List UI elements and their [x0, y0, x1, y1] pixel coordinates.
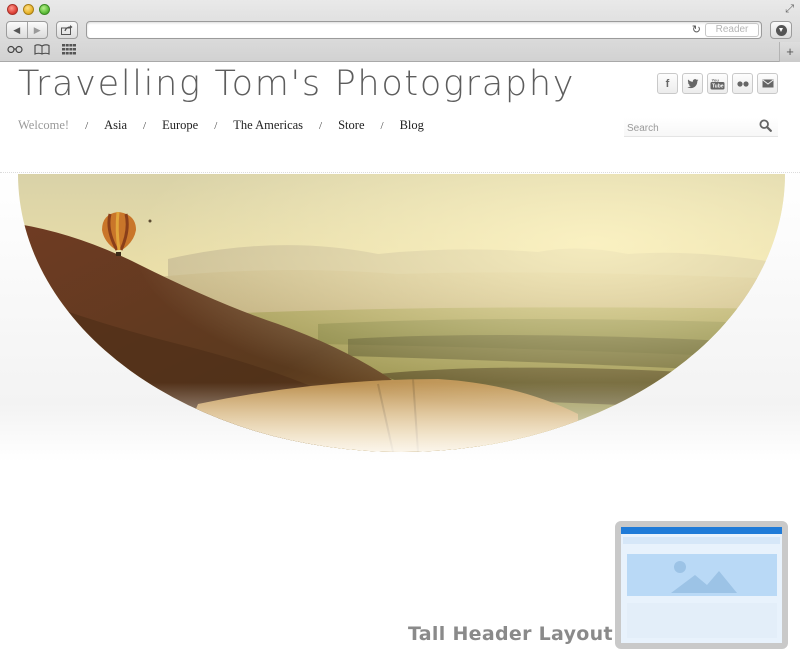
main-nav: Welcome! / Asia / Europe / The Americas / Store /… — [18, 118, 424, 133]
minimize-window-button[interactable] — [23, 4, 34, 15]
youtube-icon[interactable]: You Tube — [707, 73, 728, 94]
share-button[interactable] — [56, 21, 78, 39]
nav-item-blog[interactable]: Blog — [400, 118, 424, 133]
reload-icon[interactable]: ↻ — [692, 23, 701, 36]
zoom-window-button[interactable] — [39, 4, 50, 15]
email-icon[interactable] — [757, 73, 778, 94]
browser-toolbar: ⤢ ◀ ▶ ↻ Reader + — [0, 0, 800, 62]
downloads-button[interactable] — [770, 21, 792, 39]
grid-icon[interactable] — [60, 43, 77, 55]
close-window-button[interactable] — [7, 4, 18, 15]
open-book-icon[interactable] — [33, 43, 50, 55]
back-arrow-icon[interactable]: ◀ — [7, 22, 27, 38]
forward-arrow-icon[interactable]: ▶ — [26, 22, 48, 38]
address-bar[interactable]: ↻ Reader — [86, 21, 762, 39]
downloads-icon — [775, 24, 787, 36]
svg-text:You: You — [712, 78, 720, 82]
nav-item-store[interactable]: Store — [338, 118, 364, 133]
nav-item-europe[interactable]: Europe — [162, 118, 198, 133]
layout-thumbnail-icon — [615, 521, 788, 649]
search-icon[interactable] — [759, 119, 772, 132]
social-links: f You Tube — [657, 73, 778, 94]
nav-separator: / — [214, 120, 218, 132]
fullscreen-icon[interactable]: ⤢ — [785, 3, 794, 16]
search-input[interactable] — [624, 121, 747, 134]
bookmarks-bar — [6, 43, 77, 55]
twitter-icon[interactable] — [682, 73, 703, 94]
glasses-icon[interactable] — [6, 43, 23, 55]
nav-separator: / — [319, 120, 323, 132]
divider — [0, 172, 800, 173]
plus-icon[interactable]: + — [779, 42, 800, 62]
history-buttons: ◀ ▶ — [6, 21, 48, 39]
layout-label: Tall Header Layout — [408, 623, 613, 645]
search-box — [624, 118, 778, 137]
nav-separator: / — [380, 120, 384, 132]
svg-text:Tube: Tube — [712, 83, 724, 89]
site-title[interactable]: Travelling Tom's Photography — [18, 64, 575, 104]
flickr-icon[interactable] — [732, 73, 753, 94]
share-icon — [61, 25, 73, 35]
nav-item-welcome[interactable]: Welcome! — [18, 118, 69, 133]
nav-item-the-americas[interactable]: The Americas — [233, 118, 303, 133]
nav-item-asia[interactable]: Asia — [104, 118, 127, 133]
reader-button[interactable]: Reader — [705, 23, 759, 37]
nav-separator: / — [143, 120, 147, 132]
facebook-icon[interactable]: f — [657, 73, 678, 94]
nav-separator: / — [85, 120, 89, 132]
